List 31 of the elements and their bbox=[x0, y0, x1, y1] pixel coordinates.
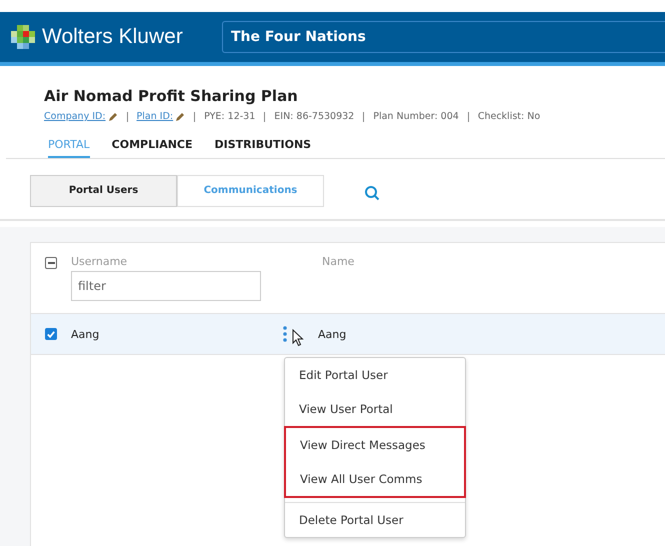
menu-item[interactable]: Delete Portal User bbox=[285, 502, 465, 537]
menu-item[interactable]: View All User Comms bbox=[286, 462, 464, 496]
menu-item[interactable]: Edit Portal User bbox=[285, 358, 465, 392]
table-row[interactable]: Aang Aang bbox=[31, 314, 665, 355]
id-link[interactable]: Plan ID: bbox=[136, 111, 174, 122]
select-all-checkbox[interactable] bbox=[45, 257, 57, 269]
plan-info: EIN: 86-7530932 bbox=[274, 111, 354, 122]
table-cell: Aang bbox=[318, 328, 346, 340]
cursor-icon bbox=[292, 329, 304, 347]
column-header: Name bbox=[322, 255, 354, 268]
plan-title: Air Nomad Profit Sharing Plan bbox=[44, 87, 299, 105]
plan-info: Plan Number: 004 bbox=[373, 111, 459, 122]
nav-tab[interactable]: COMPLIANCE bbox=[112, 138, 192, 158]
menu-item[interactable]: View User Portal bbox=[285, 392, 465, 426]
plan-info: PYE: 12-31 bbox=[204, 111, 256, 122]
pencil-icon[interactable] bbox=[108, 112, 118, 122]
row-checkbox[interactable] bbox=[45, 328, 57, 340]
nav-tab[interactable]: DISTRIBUTIONS bbox=[214, 138, 312, 158]
logo-icon bbox=[10, 24, 36, 50]
kebab-icon[interactable] bbox=[283, 326, 287, 342]
filter-field[interactable]: filter bbox=[71, 271, 261, 301]
plan-info: Checklist: No bbox=[478, 111, 540, 122]
search-icon[interactable] bbox=[364, 185, 380, 201]
pencil-icon[interactable] bbox=[175, 112, 186, 122]
sub-tab[interactable]: Portal Users bbox=[30, 175, 177, 207]
table-cell: Aang bbox=[71, 328, 100, 340]
client-dropdown[interactable]: The Four Nations bbox=[222, 21, 665, 53]
brand-name: Wolters Kluwer bbox=[42, 25, 184, 49]
menu-item[interactable]: View Direct Messages bbox=[286, 428, 464, 462]
column-header: Username bbox=[71, 255, 128, 268]
id-link[interactable]: Company ID: bbox=[44, 111, 106, 122]
